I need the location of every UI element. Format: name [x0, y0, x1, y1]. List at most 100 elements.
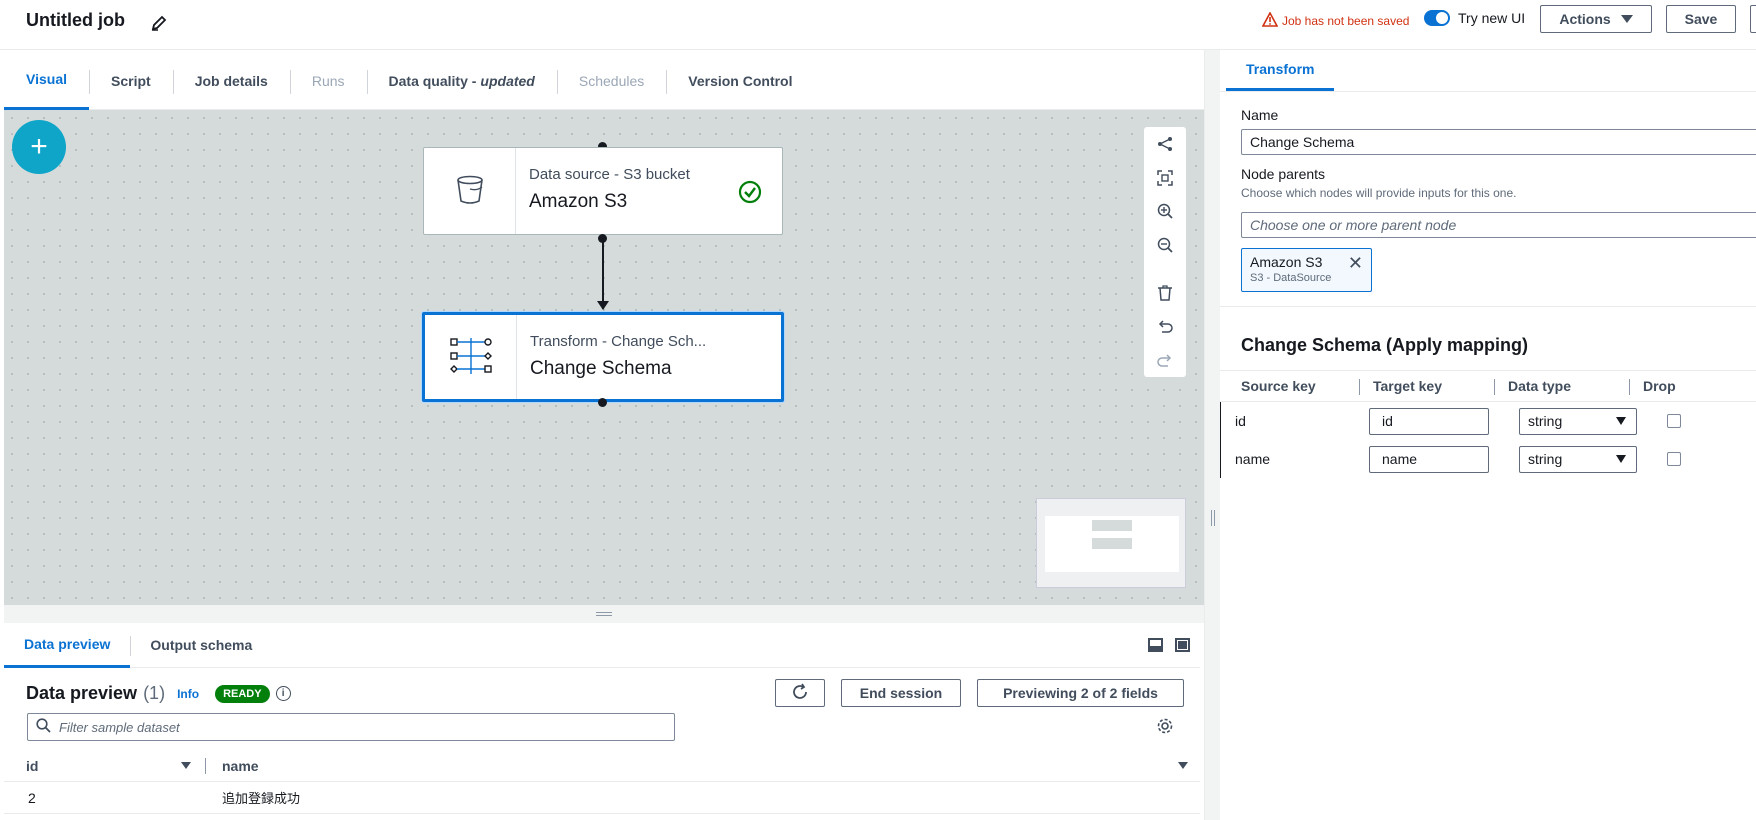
tab-data-quality[interactable]: Data quality - updated — [366, 52, 557, 110]
bucket-icon — [453, 173, 487, 210]
name-label: Name — [1241, 107, 1279, 123]
success-check-icon — [738, 180, 762, 207]
node-parents-label: Node parents — [1241, 166, 1326, 182]
visual-canvas[interactable]: + Data source - S3 bucket Amazon S3 Tran… — [4, 110, 1204, 605]
tab-data-quality-suffix: updated — [480, 72, 535, 89]
source-key: name — [1235, 451, 1271, 467]
fit-view-icon[interactable] — [1144, 161, 1186, 195]
save-button[interactable]: Save — [1666, 5, 1736, 33]
mapping-row: name name string — [1220, 440, 1756, 478]
mapping-title: Change Schema (Apply mapping) — [1241, 335, 1529, 355]
redo-icon[interactable] — [1144, 343, 1186, 377]
minimap-viewport — [1045, 516, 1179, 572]
caret-down-icon — [1616, 455, 1626, 463]
drop-checkbox[interactable] — [1667, 452, 1681, 466]
edit-pencil-icon[interactable] — [150, 14, 168, 32]
info-link[interactable]: Info — [177, 687, 199, 701]
add-node-button[interactable]: + — [12, 120, 66, 174]
parent-node-token: Amazon S3 S3 - DataSource ✕ — [1241, 248, 1372, 292]
tab-data-preview[interactable]: Data preview — [4, 623, 131, 668]
name-input[interactable]: Change Schema — [1241, 129, 1756, 155]
drag-handle-icon — [1211, 510, 1215, 526]
data-type-select[interactable]: string — [1519, 407, 1637, 435]
tab-job-details[interactable]: Job details — [172, 52, 290, 110]
share-icon[interactable] — [1144, 127, 1186, 161]
tab-visual[interactable]: Visual — [4, 52, 89, 110]
gear-icon[interactable] — [1156, 717, 1174, 738]
target-key-input[interactable]: id — [1369, 407, 1489, 435]
data-type-value: string — [1528, 413, 1563, 429]
minimap-node — [1092, 520, 1132, 531]
info-circle-icon[interactable]: i — [275, 686, 291, 701]
unsaved-warning-text: Job has not been saved — [1282, 14, 1410, 28]
node-icon-cell — [424, 148, 516, 234]
zoom-out-icon[interactable] — [1144, 228, 1186, 262]
data-preview-header: Data preview (1) Info READY i — [26, 683, 291, 704]
unsaved-warning: Job has not been saved — [1261, 11, 1410, 30]
column-label: name — [222, 757, 259, 774]
drag-handle-icon — [596, 612, 612, 616]
tab-runs[interactable]: Runs — [289, 52, 367, 110]
filter-input[interactable]: Filter sample dataset — [27, 713, 675, 741]
data-preview-count: (1) — [143, 683, 166, 703]
previewing-fields-button[interactable]: Previewing 2 of 2 fields — [977, 679, 1184, 707]
node-amazon-s3[interactable]: Data source - S3 bucket Amazon S3 — [423, 147, 783, 235]
delete-icon[interactable] — [1144, 276, 1186, 310]
sort-down-icon[interactable] — [181, 762, 191, 769]
sort-down-icon[interactable] — [1178, 762, 1188, 769]
bottom-panel-resize-handle[interactable] — [4, 605, 1204, 623]
actions-button[interactable]: Actions — [1540, 5, 1652, 33]
source-key: id — [1235, 413, 1246, 429]
end-session-button[interactable]: End session — [841, 679, 961, 707]
tab-script[interactable]: Script — [89, 52, 173, 110]
more-button[interactable] — [1750, 5, 1756, 33]
search-icon — [36, 718, 51, 736]
data-preview-title: Data preview — [26, 683, 138, 703]
tab-schedules[interactable]: Schedules — [556, 52, 666, 110]
column-header-id[interactable]: id — [4, 757, 206, 774]
mapping-row: id id string — [1220, 402, 1756, 440]
tab-output-schema[interactable]: Output schema — [130, 623, 272, 668]
panel-resize-handle[interactable] — [1204, 50, 1220, 820]
header-drop: Drop — [1629, 371, 1717, 401]
zoom-in-icon[interactable] — [1144, 194, 1186, 228]
status-badge: READY — [215, 684, 270, 703]
toggle-switch[interactable] — [1424, 10, 1450, 26]
token-title: Amazon S3 — [1250, 254, 1323, 270]
node-parents-select[interactable]: Choose one or more parent node — [1241, 212, 1756, 238]
close-icon[interactable]: ✕ — [1348, 253, 1363, 274]
column-header-name[interactable]: name — [206, 758, 1200, 774]
header-target-key: Target key — [1359, 371, 1502, 401]
node-handle-bottom[interactable] — [598, 398, 607, 407]
node-change-schema[interactable]: Transform - Change Sch... Change Schema — [422, 312, 784, 402]
mapping-header: Source key Target key Data type Drop — [1220, 370, 1756, 402]
data-type-select[interactable]: string — [1519, 445, 1637, 473]
edge-line — [602, 239, 604, 309]
minimize-panel-icon[interactable] — [1148, 638, 1163, 652]
refresh-icon — [791, 683, 809, 704]
undo-icon[interactable] — [1144, 310, 1186, 344]
minimap-node — [1092, 538, 1132, 549]
node-subtitle: Transform - Change Sch... — [530, 333, 707, 350]
target-key-input[interactable]: name — [1369, 445, 1489, 473]
minimap[interactable] — [1036, 498, 1186, 588]
node-properties-panel: Transform Name Change Schema Node parent… — [1220, 50, 1756, 820]
try-new-ui-toggle[interactable]: Try new UI — [1424, 10, 1525, 26]
node-title: Change Schema — [530, 358, 672, 379]
warning-icon — [1261, 11, 1279, 30]
try-new-ui-label: Try new UI — [1458, 10, 1526, 26]
node-subtitle: Data source - S3 bucket — [529, 166, 690, 183]
drop-checkbox[interactable] — [1667, 414, 1681, 428]
data-type-value: string — [1528, 451, 1563, 467]
table-row: 2 追加登録成功 — [4, 782, 1200, 814]
properties-tabs: Transform — [1220, 50, 1756, 92]
tab-version-control[interactable]: Version Control — [666, 52, 814, 110]
node-parents-description: Choose which nodes will provide inputs f… — [1241, 186, 1517, 200]
job-tabs: Visual Script Job details Runs Data qual… — [4, 52, 1204, 110]
tab-transform[interactable]: Transform — [1226, 49, 1335, 91]
data-preview-table: id name 2 追加登録成功 — [4, 750, 1200, 814]
glue-studio-app: Untitled job Job has not been saved Try … — [0, 0, 1756, 820]
maximize-panel-icon[interactable] — [1175, 638, 1190, 652]
refresh-button[interactable] — [775, 679, 825, 707]
